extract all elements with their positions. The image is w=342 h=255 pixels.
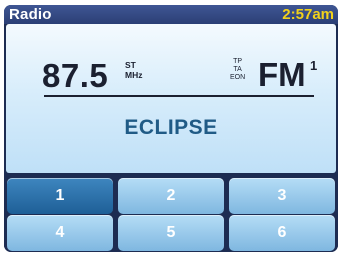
clock: 2:57am [282,6,334,23]
frequency-unit: MHz [125,70,143,80]
preset-grid: 1 2 3 4 5 6 [4,173,338,252]
rds-flags: TP TA EON [230,58,245,82]
preset-button-2[interactable]: 2 [118,178,224,214]
preset-button-3[interactable]: 3 [229,178,335,214]
preset-button-4[interactable]: 4 [7,215,113,251]
eon-flag: EON [230,74,246,81]
ta-flag: TA [233,66,242,73]
frequency-readout: 87.5 [42,57,109,94]
tp-flag: TP [233,58,243,65]
preset-button-1[interactable]: 1 [7,178,113,214]
radio-screen: Radio 2:57am 87.5 ST MHz TP TA EON FM 1 … [4,5,338,252]
preset-button-6[interactable]: 6 [229,215,335,251]
tuner-display: 87.5 ST MHz TP TA EON FM 1 ECLIPSE [6,24,336,173]
title-bar: Radio 2:57am [4,5,338,24]
band-number: 1 [310,58,318,73]
app-title: Radio [9,6,52,23]
band-indicator: FM [258,56,306,93]
station-name: ECLIPSE [124,116,218,139]
frequency-unit-block: ST MHz [125,60,142,80]
divider-line [44,95,314,97]
preset-button-5[interactable]: 5 [118,215,224,251]
stereo-indicator: ST [125,60,136,70]
